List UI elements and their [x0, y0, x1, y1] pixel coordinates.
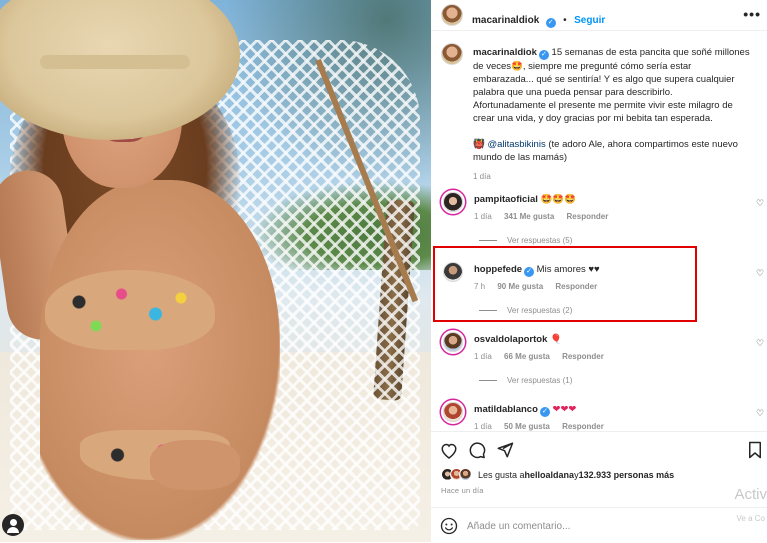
user-head-shape: [9, 519, 17, 526]
caption-line: (te adoro Ale, ahora compartimos este nu…: [545, 139, 738, 150]
hands: [150, 440, 240, 490]
comment-line: matildablanco ✓ ❤❤❤: [474, 404, 576, 417]
view-replies-button[interactable]: Ver respuestas (5): [479, 236, 572, 245]
comment-like-heart-icon[interactable]: ♡: [755, 408, 765, 418]
post-actions: Les gusta a helloaldana y 132.933 person…: [431, 431, 767, 542]
caption-time[interactable]: 1 día: [473, 170, 763, 183]
comment-like-heart-icon[interactable]: ♡: [755, 268, 765, 278]
comment-line: osvaldolaportok 🎈: [474, 334, 562, 345]
comment-bubble-icon[interactable]: [467, 440, 487, 460]
comment-likes[interactable]: 66 Me gusta: [504, 352, 550, 361]
comment-time[interactable]: 1 día: [474, 422, 492, 431]
caption-line: mundo de las mamás): [473, 152, 567, 163]
caption-line: 15 semanas de esta pancita que soñé mill…: [548, 47, 750, 58]
likes-prefix: Les gusta a: [478, 469, 525, 480]
caption-line: palabra que una pueda pensar para descri…: [473, 87, 673, 98]
tagged-users-icon[interactable]: [2, 514, 24, 536]
verified-badge-icon: ✓: [538, 50, 549, 60]
comment-meta: 1 día 50 Me gusta Responder: [474, 422, 604, 431]
reply-button[interactable]: Responder: [562, 352, 604, 361]
comment-text: 🤩🤩🤩: [537, 194, 577, 205]
view-replies-label: Ver respuestas (1): [507, 376, 573, 385]
activate-windows-watermark: Activ: [734, 486, 767, 503]
separator-dot: •: [563, 15, 567, 26]
caption-avatar[interactable]: [441, 43, 463, 65]
comment-avatar[interactable]: [443, 332, 463, 352]
comment-likes[interactable]: 50 Me gusta: [504, 422, 550, 431]
comment-avatar[interactable]: [443, 402, 463, 422]
caption-line: Afortunadamente el presente me permite v…: [473, 100, 733, 111]
highlight-box: [433, 246, 697, 322]
author-line: macarinaldiok ✓ • Seguir: [472, 10, 605, 28]
likes-count[interactable]: 132.933 personas más: [579, 470, 675, 480]
verified-badge-icon: ✓: [545, 18, 556, 28]
hat-band: [40, 55, 190, 69]
caption-line: de veces🤩, siempre me pregunté cómo serí…: [473, 61, 692, 72]
likes-summary: Les gusta a helloaldana y 132.933 person…: [441, 468, 674, 481]
post-panel: macarinaldiok ✓ • Seguir ••• macarinaldi…: [431, 0, 767, 542]
caption-line: embarazada... qué se sentiría! Y es algo…: [473, 74, 735, 85]
reply-button[interactable]: Responder: [562, 422, 604, 431]
liker-username[interactable]: helloaldana: [525, 470, 575, 480]
view-replies-label: Ver respuestas (5): [507, 236, 573, 245]
comment-item: matildablanco ✓ ❤❤❤ 1 día 50 Me gusta Res…: [431, 396, 767, 431]
comment-likes[interactable]: 341 Me gusta: [504, 212, 554, 221]
comment-username[interactable]: pampitaoficial: [474, 194, 538, 205]
comment-time[interactable]: 1 día: [474, 212, 492, 221]
comment-item: osvaldolaportok 🎈 1 día 66 Me gusta Resp…: [431, 326, 767, 396]
reply-button[interactable]: Responder: [567, 212, 609, 221]
follow-button[interactable]: Seguir: [574, 15, 605, 26]
replies-line: [479, 380, 497, 381]
comment-username[interactable]: osvaldolaportok: [474, 334, 547, 345]
save-bookmark-icon[interactable]: [745, 440, 765, 460]
comment-text: ❤❤❤: [549, 404, 577, 415]
caption-mention-link[interactable]: @alitasbikinis: [487, 139, 545, 150]
more-options-icon[interactable]: •••: [743, 6, 761, 22]
comment-username[interactable]: matildablanco: [474, 404, 538, 415]
comment-input[interactable]: [467, 517, 727, 535]
comment-meta: 1 día 66 Me gusta Responder: [474, 352, 604, 361]
caption: macarinaldiok ✓ 15 semanas de esta pancit…: [473, 46, 763, 183]
comment-text: 🎈: [547, 334, 562, 345]
caption-line: crear una vida, y doy gracias por mi beb…: [473, 113, 713, 124]
share-paper-plane-icon[interactable]: [495, 440, 515, 460]
comment-line: pampitaoficial 🤩🤩🤩: [474, 194, 576, 205]
comments-area[interactable]: macarinaldiok ✓ 15 semanas de esta pancit…: [431, 31, 767, 431]
post-photo[interactable]: [0, 0, 431, 542]
comment-time[interactable]: 1 día: [474, 352, 492, 361]
view-replies-button[interactable]: Ver respuestas (1): [479, 376, 572, 385]
replies-line: [479, 240, 497, 241]
author-avatar[interactable]: [441, 4, 463, 26]
comment-like-heart-icon[interactable]: ♡: [755, 198, 765, 208]
like-heart-icon[interactable]: [439, 440, 459, 460]
author-username[interactable]: macarinaldiok: [472, 15, 539, 26]
user-shoulders-shape: [7, 527, 19, 533]
comment-avatar[interactable]: [443, 192, 463, 212]
verified-badge-icon: ✓: [539, 407, 550, 417]
activate-windows-subtext: Ve a Co: [736, 514, 765, 523]
comment-like-heart-icon[interactable]: ♡: [755, 338, 765, 348]
emoji-icon[interactable]: [439, 516, 459, 536]
devil-emoji: 👹: [473, 139, 488, 150]
liker-avatar: [459, 468, 472, 481]
comment-meta: 1 día 341 Me gusta Responder: [474, 212, 608, 221]
caption-username[interactable]: macarinaldiok: [473, 47, 537, 58]
bikini-top: [45, 270, 215, 350]
post-time[interactable]: Hace un día: [441, 486, 484, 495]
post-header: macarinaldiok ✓ • Seguir •••: [431, 0, 767, 31]
add-comment-bar: [431, 507, 767, 543]
body: [40, 180, 280, 540]
